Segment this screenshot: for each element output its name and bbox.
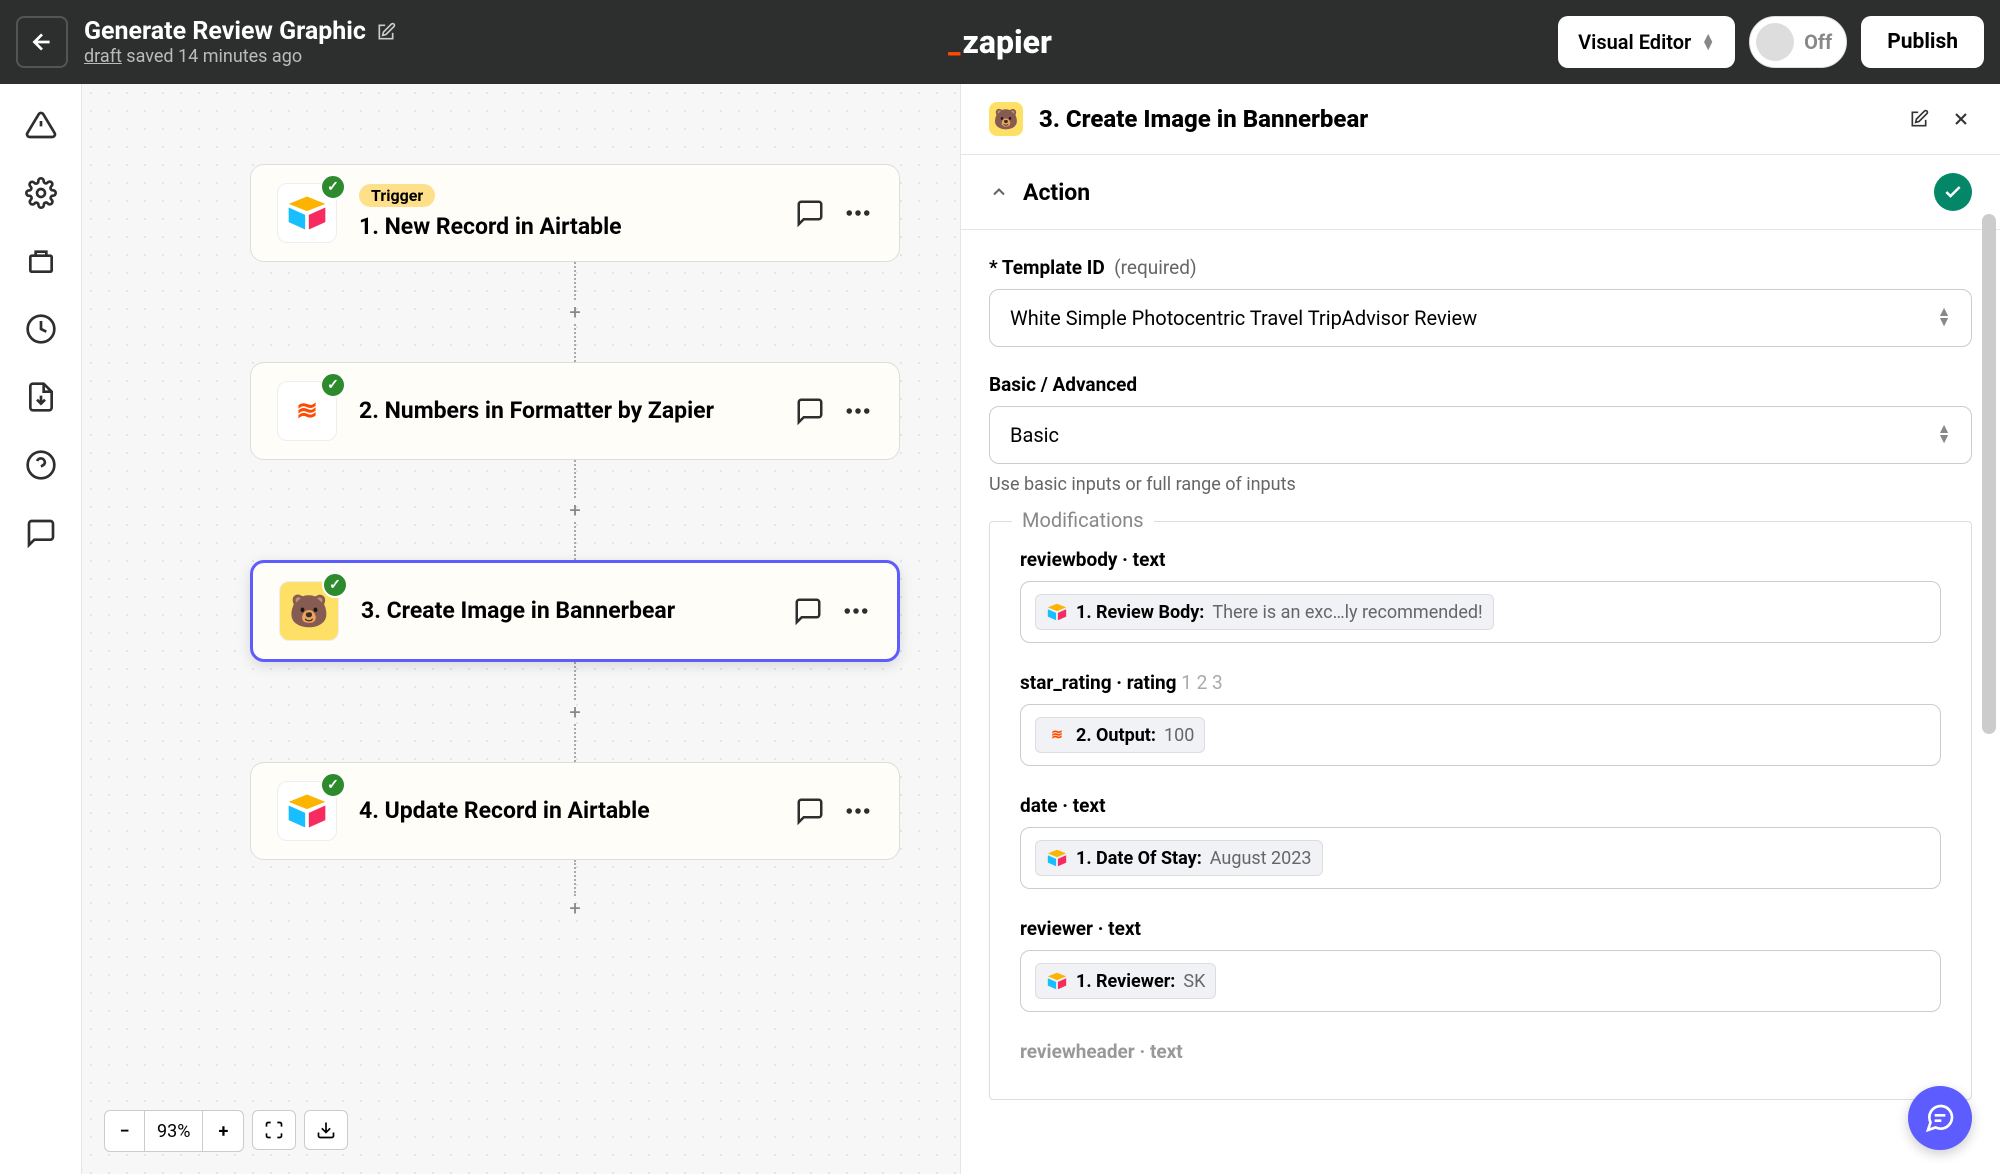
mod-label: reviewbody · text — [1020, 548, 1941, 571]
action-label: Action — [1023, 179, 1934, 206]
flow-node-trigger[interactable]: ✓ Trigger 1. New Record in Airtable — [250, 164, 900, 262]
data-pill[interactable]: ≋ 2. Output: 100 — [1035, 717, 1205, 753]
reviewbody-input[interactable]: 1. Review Body: There is an exc…ly recom… — [1020, 581, 1941, 643]
panel-title: 3. Create Image in Bannerbear — [1039, 105, 1892, 133]
edit-icon[interactable] — [376, 22, 396, 42]
airtable-app-icon: ✓ — [277, 781, 337, 841]
comment-icon[interactable] — [24, 516, 58, 550]
back-button[interactable] — [16, 16, 68, 68]
data-pill[interactable]: 1. Review Body: There is an exc…ly recom… — [1035, 594, 1494, 630]
page-title: Generate Review Graphic — [84, 17, 366, 46]
template-id-label: * Template ID (required) — [989, 256, 1972, 279]
data-pill[interactable]: 1. Reviewer: SK — [1035, 963, 1216, 999]
help-icon[interactable] — [24, 448, 58, 482]
rename-button[interactable] — [1908, 108, 1930, 130]
node-menu-icon[interactable] — [843, 396, 873, 426]
trigger-badge: Trigger — [359, 184, 435, 207]
download-button[interactable] — [304, 1110, 348, 1150]
settings-icon[interactable] — [24, 176, 58, 210]
node-menu-icon[interactable] — [843, 796, 873, 826]
formatter-app-icon: ✓ ≋ — [277, 381, 337, 441]
chevron-up-icon — [989, 182, 1009, 202]
zoom-controls: − 93% + — [104, 1110, 348, 1152]
mode-select[interactable]: Basic ▲▼ — [989, 406, 1972, 464]
node-comment-icon[interactable] — [795, 796, 825, 826]
check-icon: ✓ — [320, 174, 346, 200]
chat-fab[interactable] — [1908, 1086, 1972, 1150]
mod-label: reviewheader · text — [1020, 1040, 1941, 1063]
node-comment-icon[interactable] — [795, 396, 825, 426]
add-step-button[interactable]: + — [563, 300, 587, 324]
date-input[interactable]: 1. Date Of Stay: August 2023 — [1020, 827, 1941, 889]
check-icon: ✓ — [320, 772, 346, 798]
visual-editor-dropdown[interactable]: Visual Editor ▲▼ — [1558, 16, 1735, 68]
mode-label: Basic / Advanced — [989, 373, 1972, 396]
saved-status: draft saved 14 minutes ago — [84, 46, 396, 67]
close-button[interactable] — [1950, 108, 1972, 130]
check-icon: ✓ — [320, 372, 346, 398]
flow-node-step2[interactable]: ✓ ≋ 2. Numbers in Formatter by Zapier — [250, 362, 900, 460]
zoom-value: 93% — [145, 1111, 203, 1151]
node-menu-icon[interactable] — [841, 596, 871, 626]
draft-link[interactable]: draft — [84, 46, 122, 67]
mode-help-text: Use basic inputs or full range of inputs — [989, 474, 1972, 495]
airtable-app-icon: ✓ — [277, 183, 337, 243]
config-panel: 🐻 3. Create Image in Bannerbear Action *… — [960, 84, 2000, 1174]
template-id-select[interactable]: White Simple Photocentric Travel TripAdv… — [989, 289, 1972, 347]
add-step-button[interactable]: + — [563, 896, 587, 920]
node-title: 4. Update Record in Airtable — [359, 795, 773, 826]
flow-canvas[interactable]: ✓ Trigger 1. New Record in Airtable + ✓ … — [82, 84, 960, 1174]
modifications-legend: Modifications — [1012, 508, 1154, 532]
modifications-fieldset: Modifications reviewbody · text 1. Revie… — [989, 521, 1972, 1100]
alert-icon[interactable] — [24, 108, 58, 142]
node-comment-icon[interactable] — [795, 198, 825, 228]
action-section-header[interactable]: Action — [961, 155, 2000, 230]
node-title: 2. Numbers in Formatter by Zapier — [359, 395, 773, 426]
bannerbear-icon: 🐻 — [989, 102, 1023, 136]
data-pill[interactable]: 1. Date Of Stay: August 2023 — [1035, 840, 1323, 876]
scrollbar[interactable] — [1982, 214, 1996, 734]
node-title: 3. Create Image in Bannerbear — [361, 595, 771, 626]
mod-label: reviewer · text — [1020, 917, 1941, 940]
add-step-button[interactable]: + — [563, 498, 587, 522]
publish-button[interactable]: Publish — [1861, 16, 1984, 68]
check-icon: ✓ — [322, 572, 348, 598]
enable-toggle[interactable]: Off — [1749, 16, 1847, 68]
zoom-out-button[interactable]: − — [105, 1111, 145, 1151]
flow-node-step4[interactable]: ✓ 4. Update Record in Airtable — [250, 762, 900, 860]
zapier-logo: _zapier — [948, 23, 1052, 61]
star-rating-input[interactable]: ≋ 2. Output: 100 — [1020, 704, 1941, 766]
add-step-button[interactable]: + — [563, 700, 587, 724]
node-comment-icon[interactable] — [793, 596, 823, 626]
top-header: Generate Review Graphic draft saved 14 m… — [0, 0, 2000, 84]
bannerbear-app-icon: ✓ 🐻 — [279, 581, 339, 641]
mod-label: date · text — [1020, 794, 1941, 817]
history-icon[interactable] — [24, 312, 58, 346]
node-title: 1. New Record in Airtable — [359, 211, 773, 242]
zoom-in-button[interactable]: + — [203, 1111, 243, 1151]
title-group: Generate Review Graphic draft saved 14 m… — [84, 17, 396, 67]
node-menu-icon[interactable] — [843, 198, 873, 228]
versions-icon[interactable] — [24, 380, 58, 414]
mod-label: star_rating · rating 1 2 3 — [1020, 671, 1941, 694]
left-sidebar — [0, 84, 82, 1174]
fit-button[interactable] — [252, 1110, 296, 1150]
status-check-icon — [1934, 173, 1972, 211]
notes-icon[interactable] — [24, 244, 58, 278]
flow-node-step3[interactable]: ✓ 🐻 3. Create Image in Bannerbear — [250, 560, 900, 662]
reviewer-input[interactable]: 1. Reviewer: SK — [1020, 950, 1941, 1012]
